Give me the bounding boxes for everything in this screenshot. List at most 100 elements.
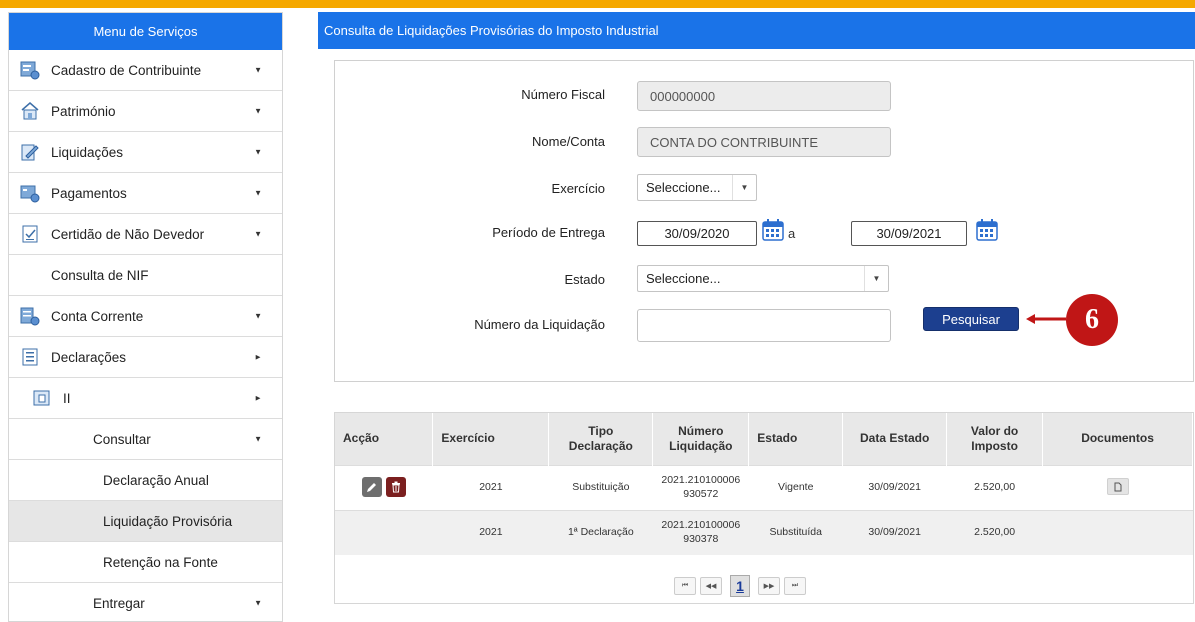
cell-exercicio: 2021: [432, 464, 549, 510]
numero-liquidacao-input[interactable]: [637, 309, 891, 342]
cell-data: 30/09/2021: [842, 509, 947, 555]
cell-numero-text: 2021.210100006 930572: [661, 473, 741, 500]
sidebar-item-label: Certidão de Não Devedor: [51, 226, 205, 242]
payment-icon: [19, 182, 41, 204]
table-row: 2021 1ª Declaração 2021.210100006 930378…: [335, 509, 1193, 555]
sidebar-item-label: Retenção na Fonte: [103, 554, 218, 570]
calendar-icon[interactable]: [761, 218, 785, 245]
current-page[interactable]: 1: [730, 575, 750, 597]
sidebar-item-label: Pagamentos: [51, 185, 127, 201]
estado-selected: Seleccione...: [646, 271, 721, 286]
periodo-label: Período de Entrega: [492, 225, 605, 240]
sidebar-item-cadastro[interactable]: Cadastro de Contribuinte ▼: [9, 50, 282, 91]
pagination: ⏮ ◀◀ 1 ▶▶ ⏭: [674, 575, 806, 597]
cell-exercicio: 2021: [432, 509, 549, 555]
col-header-numero: Número Liquidação: [652, 413, 750, 465]
estado-select[interactable]: Seleccione... ▼: [637, 265, 889, 292]
sidebar-item-consultar[interactable]: Consultar ▼: [9, 419, 282, 460]
sidebar-item-liquidacoes[interactable]: Liquidações ▼: [9, 132, 282, 173]
sidebar-item-patrimonio[interactable]: Património ▼: [9, 91, 282, 132]
delete-button[interactable]: [385, 477, 406, 498]
sidebar-item-retencao-fonte[interactable]: Retenção na Fonte: [9, 542, 282, 583]
sidebar-item-conta-corrente[interactable]: Conta Corrente ▼: [9, 296, 282, 337]
sidebar-item-pagamentos[interactable]: Pagamentos ▼: [9, 173, 282, 214]
cell-valor: 2.520,00: [946, 464, 1043, 510]
sidebar-item-label: Liquidação Provisória: [103, 513, 233, 529]
cell-documentos: [1042, 464, 1193, 510]
results-table: Acção Exercício Tipo Declaração Número L…: [335, 413, 1193, 555]
sidebar-item-label: Conta Corrente: [51, 308, 144, 324]
cell-tipo: Substituição: [548, 464, 653, 510]
periodo-to-input[interactable]: 30/09/2021: [851, 221, 967, 246]
action-cell: [335, 509, 433, 555]
chevron-down-icon: ▼: [254, 147, 262, 157]
col-header-estado: Estado: [748, 413, 844, 465]
action-cell: [335, 464, 433, 510]
sidebar-item-ii[interactable]: II ►: [9, 378, 282, 419]
chevron-down-icon: ▼: [732, 175, 756, 200]
col-header-valor-text: Valor do Imposto: [970, 423, 1019, 453]
cell-numero-text: 2021.210100006 930378: [661, 519, 741, 545]
page-title: Consulta de Liquidações Provisórias do I…: [318, 12, 1195, 49]
prev-page-button[interactable]: ◀◀: [700, 577, 722, 595]
periodo-from-input[interactable]: 30/09/2020: [637, 221, 757, 246]
sidebar-item-label: Consulta de NIF: [51, 267, 149, 283]
chevron-down-icon: ▼: [254, 311, 262, 321]
document-icon: [1114, 482, 1122, 492]
folder-document-icon: [31, 387, 53, 409]
sidebar-item-label: II: [63, 390, 71, 406]
col-header-accao: Acção: [335, 413, 434, 465]
col-header-data: Data Estado: [842, 413, 948, 465]
chevron-down-icon: ▼: [254, 229, 262, 239]
declaration-icon: [19, 346, 41, 368]
estado-label: Estado: [564, 272, 605, 287]
numero-liquidacao-label: Número da Liquidação: [474, 317, 605, 332]
col-header-valor: Valor do Imposto: [946, 413, 1044, 465]
first-page-button[interactable]: ⏮: [674, 577, 696, 595]
next-page-button[interactable]: ▶▶: [758, 577, 780, 595]
cell-tipo: 1ª Declaração: [548, 509, 653, 555]
sidebar-item-entregar[interactable]: Entregar ▼: [9, 583, 282, 621]
edit-button[interactable]: [361, 477, 382, 498]
sidebar-item-label: Declaração Anual: [103, 472, 209, 488]
sidebar-item-label: Património: [51, 103, 116, 119]
sidebar-item-consulta-nif[interactable]: Consulta de NIF: [9, 255, 282, 296]
top-accent-bar: [0, 0, 1195, 8]
exercicio-label: Exercício: [551, 181, 605, 196]
col-header-tipo: Tipo Declaração: [548, 413, 654, 465]
cell-valor: 2.520,00: [946, 509, 1043, 555]
sidebar-item-label: Consultar: [93, 431, 151, 447]
sidebar-item-declaracao-anual[interactable]: Declaração Anual: [9, 460, 282, 501]
nome-conta-field: CONTA DO CONTRIBUINTE: [637, 127, 891, 157]
account-icon: [19, 305, 41, 327]
results-table-container: Acção Exercício Tipo Declaração Número L…: [334, 412, 1194, 604]
chevron-down-icon: ▼: [254, 106, 262, 116]
numero-fiscal-field: 000000000: [637, 81, 891, 111]
sidebar-item-certidao[interactable]: Certidão de Não Devedor ▼: [9, 214, 282, 255]
document-edit-icon: [19, 141, 41, 163]
col-header-tipo-text: Tipo Declaração: [568, 423, 633, 453]
exercicio-selected: Seleccione...: [646, 180, 721, 195]
sidebar-item-label: Declarações: [51, 349, 127, 365]
sidebar-item-declaracoes[interactable]: Declarações ►: [9, 337, 282, 378]
sidebar-item-liquidacao-provisoria[interactable]: Liquidação Provisória: [9, 501, 282, 542]
calendar-icon[interactable]: [975, 218, 999, 245]
register-icon: [19, 59, 41, 81]
sidebar-item-label: Entregar: [93, 595, 145, 611]
numero-fiscal-label: Número Fiscal: [521, 87, 605, 102]
chevron-down-icon: ▼: [864, 266, 888, 291]
search-button[interactable]: Pesquisar: [923, 307, 1019, 331]
pencil-icon: [366, 483, 376, 493]
col-header-exercicio: Exercício: [432, 413, 550, 465]
document-button[interactable]: [1106, 478, 1129, 496]
chevron-down-icon: ▼: [254, 65, 262, 75]
sidebar-item-label: Liquidações: [51, 144, 124, 160]
chevron-down-icon: ▼: [254, 188, 262, 198]
last-page-button[interactable]: ⏭: [784, 577, 806, 595]
exercicio-select[interactable]: Seleccione... ▼: [637, 174, 757, 201]
step-callout: 6: [1066, 294, 1118, 346]
col-header-numero-text: Número Liquidação: [669, 423, 733, 453]
periodo-separator: a: [788, 226, 796, 241]
chevron-down-icon: ▼: [254, 434, 262, 444]
chevron-down-icon: ▼: [254, 598, 262, 608]
